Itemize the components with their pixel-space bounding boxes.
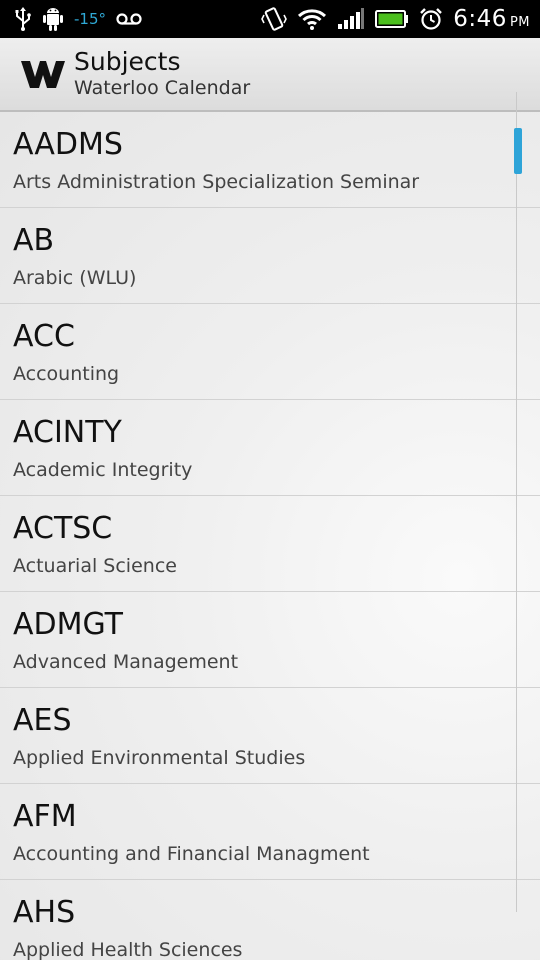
- list-item[interactable]: ADMGT Advanced Management: [0, 592, 540, 688]
- subject-name: Advanced Management: [13, 651, 239, 673]
- subject-code: AADMS: [13, 127, 123, 162]
- action-bar-titles: Subjects Waterloo Calendar: [74, 48, 250, 100]
- signal-icon: [337, 8, 365, 30]
- status-bar: -15° 6:46 PM: [0, 0, 540, 38]
- list-item[interactable]: AADMS Arts Administration Specialization…: [0, 112, 540, 208]
- subject-code: AES: [13, 703, 72, 738]
- subject-name: Arabic (WLU): [13, 267, 137, 289]
- list-item[interactable]: AHS Applied Health Sciences: [0, 880, 540, 960]
- list-item[interactable]: ACINTY Academic Integrity: [0, 400, 540, 496]
- alarm-icon: [419, 7, 443, 31]
- subject-name: Applied Environmental Studies: [13, 747, 306, 769]
- list-item[interactable]: ACC Accounting: [0, 304, 540, 400]
- page-title: Subjects: [74, 47, 181, 76]
- app-logo-icon[interactable]: [12, 58, 74, 90]
- vibrate-icon: [261, 6, 288, 32]
- scrollbar-thumb[interactable]: [514, 128, 522, 174]
- subject-name: Accounting and Financial Managment: [13, 843, 370, 865]
- action-bar: Subjects Waterloo Calendar: [0, 38, 540, 112]
- subject-code: ACINTY: [13, 415, 122, 450]
- subject-code: ACC: [13, 319, 75, 354]
- status-bar-notifications: -15°: [0, 0, 142, 38]
- subject-code: AHS: [13, 895, 76, 930]
- temperature: -15°: [74, 10, 106, 28]
- subject-name: Arts Administration Specialization Semin…: [13, 171, 420, 193]
- subject-name: Applied Health Sciences: [13, 939, 243, 960]
- page-subtitle: Waterloo Calendar: [74, 77, 251, 99]
- subject-name: Actuarial Science: [13, 555, 177, 577]
- clock-time: 6:46: [453, 6, 507, 32]
- list-item[interactable]: ACTSC Actuarial Science: [0, 496, 540, 592]
- usb-icon: [14, 7, 32, 31]
- subject-name: Academic Integrity: [13, 459, 193, 481]
- battery-icon: [375, 9, 409, 29]
- subject-list[interactable]: AADMS Arts Administration Specialization…: [0, 112, 540, 960]
- list-item[interactable]: AES Applied Environmental Studies: [0, 688, 540, 784]
- subject-code: AFM: [13, 799, 77, 834]
- clock-ampm: PM: [509, 15, 530, 30]
- subject-code: ADMGT: [13, 607, 124, 642]
- list-item[interactable]: AB Arabic (WLU): [0, 208, 540, 304]
- voicemail-icon: [116, 11, 142, 27]
- wifi-icon: [297, 7, 327, 31]
- subject-name: Accounting: [13, 363, 120, 385]
- subject-code: ACTSC: [13, 511, 113, 546]
- clock: 6:46 PM: [453, 6, 530, 32]
- scrollbar-track: [516, 92, 517, 912]
- status-bar-system: 6:46 PM: [261, 0, 540, 38]
- android-debug-icon: [42, 6, 64, 32]
- list-item[interactable]: AFM Accounting and Financial Managment: [0, 784, 540, 880]
- subject-code: AB: [13, 223, 55, 258]
